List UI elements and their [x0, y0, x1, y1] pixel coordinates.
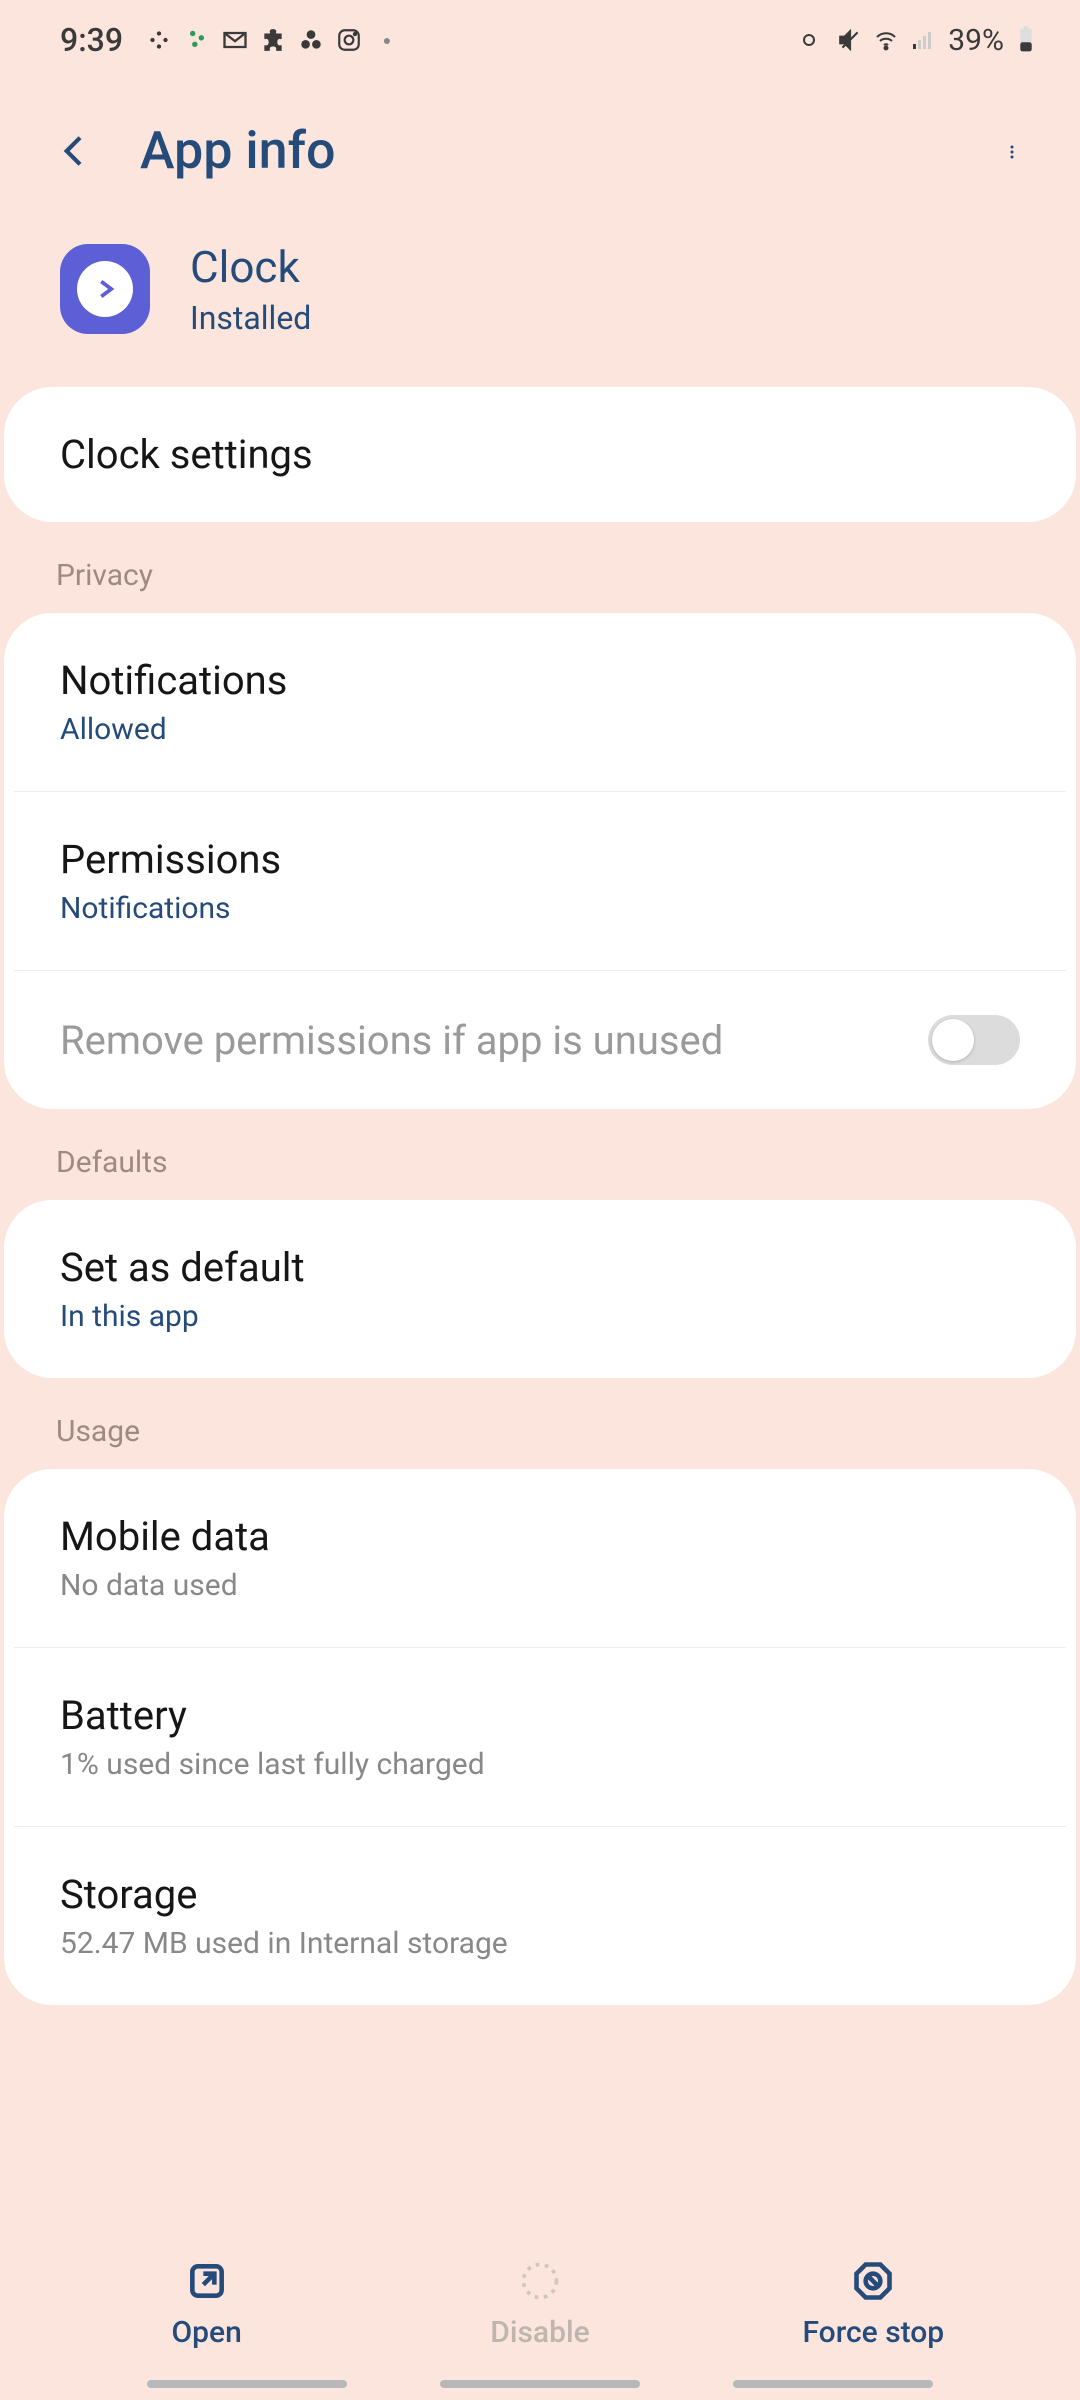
notifications-sub: Allowed	[60, 712, 1020, 747]
mute-icon	[836, 26, 864, 54]
status-bar: 9:39 ● 39%	[0, 0, 1080, 80]
dot-icon: ●	[373, 26, 401, 54]
signal-icon	[908, 26, 936, 54]
open-button[interactable]: Open	[107, 2257, 307, 2350]
set-default-sub: In this app	[60, 1299, 1020, 1334]
gmail-icon	[221, 26, 249, 54]
section-usage-label: Usage	[0, 1378, 1080, 1469]
open-label: Open	[172, 2315, 242, 2350]
app-icon	[60, 244, 150, 334]
battery-row[interactable]: Battery 1% used since last fully charged	[14, 1647, 1066, 1826]
notifications-title: Notifications	[60, 657, 1020, 704]
app-name: Clock	[190, 241, 311, 293]
status-left: 9:39 ●	[60, 21, 401, 59]
section-privacy-label: Privacy	[0, 522, 1080, 613]
app-header-text: Clock Installed	[190, 241, 311, 337]
cluster-icon	[297, 26, 325, 54]
disable-icon	[516, 2257, 564, 2305]
dots-icon	[183, 26, 211, 54]
clock-settings-title: Clock settings	[60, 431, 1020, 478]
instagram-icon	[335, 26, 363, 54]
mobile-data-row[interactable]: Mobile data No data used	[4, 1469, 1076, 1647]
force-stop-label: Force stop	[802, 2315, 944, 2350]
vpn-key-icon	[800, 26, 828, 54]
battery-icon	[1012, 26, 1040, 54]
wifi-icon	[872, 26, 900, 54]
header: App info	[0, 80, 1080, 221]
defaults-card: Set as default In this app	[4, 1200, 1076, 1378]
mobile-data-sub: No data used	[60, 1568, 1020, 1603]
app-header: Clock Installed	[0, 221, 1080, 387]
permissions-sub: Notifications	[60, 891, 1020, 926]
settings-card: Clock settings	[4, 387, 1076, 522]
force-stop-icon	[849, 2257, 897, 2305]
home-button[interactable]	[440, 2380, 640, 2388]
battery-title: Battery	[60, 1692, 1020, 1739]
system-nav-bar	[0, 2380, 1080, 2388]
permissions-row[interactable]: Permissions Notifications	[14, 791, 1066, 970]
force-stop-button[interactable]: Force stop	[773, 2257, 973, 2350]
mobile-data-title: Mobile data	[60, 1513, 1020, 1560]
status-time: 9:39	[60, 21, 123, 59]
back-nav-button[interactable]	[733, 2380, 933, 2388]
disable-label: Disable	[490, 2315, 589, 2350]
remove-permissions-title: Remove permissions if app is unused	[60, 1017, 723, 1064]
battery-sub: 1% used since last fully charged	[60, 1747, 1020, 1782]
remove-permissions-toggle[interactable]	[928, 1015, 1020, 1065]
notifications-row[interactable]: Notifications Allowed	[4, 613, 1076, 791]
open-icon	[183, 2257, 231, 2305]
more-options-button[interactable]	[990, 126, 1040, 176]
status-right: 39%	[800, 23, 1040, 58]
set-default-row[interactable]: Set as default In this app	[4, 1200, 1076, 1378]
privacy-card: Notifications Allowed Permissions Notifi…	[4, 613, 1076, 1109]
storage-title: Storage	[60, 1871, 1020, 1918]
back-button[interactable]	[50, 126, 100, 176]
storage-sub: 52.47 MB used in Internal storage	[60, 1926, 1020, 1961]
storage-row[interactable]: Storage 52.47 MB used in Internal storag…	[14, 1826, 1066, 2005]
toggle-knob	[932, 1019, 974, 1061]
slack-icon	[145, 26, 173, 54]
section-defaults-label: Defaults	[0, 1109, 1080, 1200]
disable-button[interactable]: Disable	[440, 2257, 640, 2350]
puzzle-icon	[259, 26, 287, 54]
app-install-status: Installed	[190, 299, 311, 337]
bottom-action-bar: Open Disable Force stop	[0, 2257, 1080, 2350]
page-title: App info	[140, 120, 950, 181]
recents-button[interactable]	[147, 2380, 347, 2388]
battery-percentage: 39%	[948, 23, 1004, 58]
usage-card: Mobile data No data used Battery 1% used…	[4, 1469, 1076, 2005]
permissions-title: Permissions	[60, 836, 1020, 883]
remove-permissions-row[interactable]: Remove permissions if app is unused	[14, 970, 1066, 1109]
set-default-title: Set as default	[60, 1244, 1020, 1291]
clock-settings-row[interactable]: Clock settings	[4, 387, 1076, 522]
